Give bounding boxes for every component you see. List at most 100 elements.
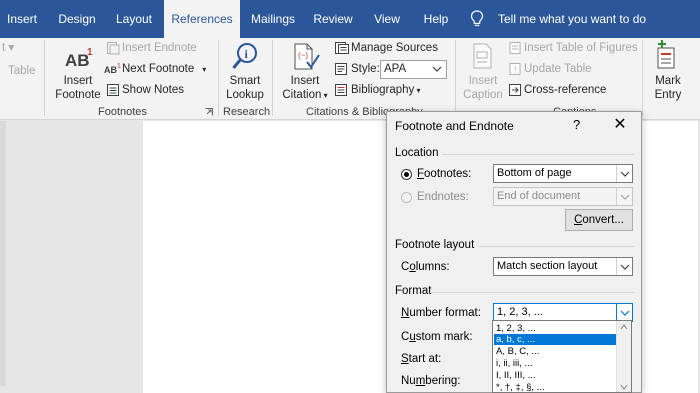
cross-reference-icon — [509, 84, 521, 96]
chevron-down-icon — [432, 66, 442, 72]
toc-dropdown-fragment[interactable]: t ▾ — [2, 40, 14, 54]
group-separator — [455, 40, 456, 116]
insert-footnote-icon: AB 1 — [63, 44, 97, 70]
convert-label-rest: onvert... — [582, 214, 624, 226]
research-group-label: Research — [223, 106, 271, 118]
footnotes-location-value: Bottom of page — [497, 167, 572, 179]
number-format-option[interactable]: I, II, III, ... — [494, 370, 616, 381]
endnotes-location-select[interactable]: End of document — [493, 187, 633, 206]
scroll-down-icon[interactable] — [620, 384, 628, 390]
update-table-button[interactable]: Update Table — [524, 63, 592, 75]
number-format-option[interactable]: *, †, ‡, §, ... — [494, 382, 616, 392]
mark-entry-button[interactable]: Mark Entry — [647, 74, 689, 102]
number-format-dropdown-list: 1, 2, 3, ... a, b, c, ... A, B, C, ... i… — [492, 320, 632, 393]
number-format-value: 1, 2, 3, ... — [497, 306, 543, 318]
manage-sources-icon — [335, 42, 349, 54]
numbering-accel: m — [415, 375, 426, 387]
numbering-label-pre: Nu — [401, 375, 416, 387]
insert-citation-button[interactable]: Insert Citation ▾ — [280, 74, 330, 103]
next-footnote-icon: AB 1 — [104, 63, 121, 75]
number-format-option[interactable]: A, B, C, ... — [494, 346, 616, 357]
style-select[interactable]: APA — [380, 60, 447, 79]
footnotes-location-select[interactable]: Bottom of page — [493, 164, 633, 183]
show-notes-icon — [107, 84, 119, 96]
insert-citation-label-2: Citation ▾ — [280, 88, 330, 103]
number-format-option[interactable]: 1, 2, 3, ... — [494, 323, 616, 334]
dialog-launcher-icon[interactable] — [205, 108, 213, 116]
number-format-label-rest: umber format: — [409, 307, 481, 319]
tab-help[interactable]: Help — [414, 0, 458, 38]
style-icon — [335, 63, 347, 75]
tab-layout[interactable]: Layout — [108, 0, 160, 38]
endnotes-location-value: End of document — [497, 190, 581, 202]
start-at-label-rest: tart at: — [408, 353, 442, 365]
table-of-figures-icon — [509, 42, 521, 54]
tab-insert[interactable]: Insert — [0, 0, 44, 38]
format-section-title: Format — [395, 285, 432, 297]
chevron-down-icon: ▾ — [414, 86, 421, 95]
mark-entry-icon — [657, 40, 675, 69]
dropdown-scrollbar[interactable] — [616, 321, 631, 392]
insert-citation-icon: (~) — [294, 43, 320, 70]
show-notes-button[interactable]: Show Notes — [122, 84, 184, 96]
update-table-fragment[interactable]: Table — [8, 65, 36, 77]
endnotes-label: Endnotes: — [417, 191, 469, 203]
insert-footnote-label-2: Footnote — [55, 89, 101, 101]
svg-text:AB: AB — [104, 65, 117, 75]
group-separator — [44, 40, 45, 116]
insert-caption-label-2: Caption — [463, 89, 503, 101]
footnotes-radio[interactable] — [401, 169, 412, 180]
numbering-label: Numbering: — [401, 375, 460, 387]
smart-lookup-button[interactable]: Smart Lookup — [222, 74, 268, 102]
tab-design[interactable]: Design — [50, 0, 104, 38]
convert-button[interactable]: Convert... — [565, 209, 633, 231]
next-footnote-button[interactable]: Next Footnote ▾ — [122, 63, 206, 75]
lightbulb-icon[interactable] — [470, 10, 484, 28]
start-at-accel: S — [401, 353, 409, 365]
svg-text:1: 1 — [87, 47, 93, 58]
dialog-title: Footnote and Endnote — [395, 119, 514, 133]
tell-me-search[interactable]: Tell me what you want to do — [498, 0, 646, 38]
chevron-down-icon — [616, 188, 632, 205]
smart-lookup-label-1: Smart — [229, 75, 261, 87]
help-icon[interactable]: ? — [573, 117, 580, 132]
style-value: APA — [384, 63, 407, 75]
columns-select[interactable]: Match section layout — [493, 257, 633, 276]
columns-value: Match section layout — [497, 260, 598, 272]
document-left-margin — [0, 121, 6, 386]
insert-endnote-button[interactable]: Insert Endnote — [122, 42, 197, 54]
tab-review[interactable]: Review — [306, 0, 360, 38]
close-icon[interactable]: ✕ — [609, 114, 631, 136]
number-format-option[interactable]: i, ii, iii, ... — [494, 358, 616, 369]
insert-footnote-button[interactable]: Insert Footnote — [52, 74, 104, 102]
svg-text:(~): (~) — [298, 51, 308, 60]
insert-caption-button[interactable]: Insert Caption — [460, 74, 506, 102]
section-divider — [442, 154, 634, 155]
ribbon-tab-bar: Insert Design Layout References Mailings… — [0, 0, 700, 38]
insert-caption-icon — [473, 43, 492, 69]
tab-view[interactable]: View — [364, 0, 410, 38]
bibliography-button[interactable]: Bibliography ▾ — [351, 84, 421, 96]
insert-endnote-icon — [107, 42, 120, 55]
footnotes-accel: F — [417, 168, 425, 180]
custom-mark-label-rest: stom mark: — [415, 331, 473, 343]
location-section-title: Location — [395, 147, 439, 159]
chevron-down-icon — [616, 304, 632, 321]
manage-sources-button[interactable]: Manage Sources — [351, 42, 438, 54]
number-format-option-selected[interactable]: a, b, c, ... — [494, 334, 616, 345]
scroll-up-icon[interactable] — [620, 324, 628, 330]
smart-lookup-icon: i — [232, 43, 257, 69]
footnotes-label: Footnotes: — [417, 168, 471, 180]
mark-entry-label-1: Mark — [655, 75, 681, 87]
cross-reference-button[interactable]: Cross-reference — [524, 84, 606, 96]
tab-references[interactable]: References — [164, 0, 240, 38]
chevron-down-icon: ▾ — [321, 91, 328, 100]
tab-mailings[interactable]: Mailings — [244, 0, 302, 38]
bibliography-icon — [335, 84, 347, 96]
custom-mark-label: Custom mark: — [401, 331, 473, 343]
endnotes-radio[interactable] — [401, 192, 412, 203]
insert-table-of-figures-button[interactable]: Insert Table of Figures — [524, 42, 638, 54]
insert-citation-label-1: Insert — [290, 75, 320, 87]
chevron-down-icon: ▾ — [202, 65, 207, 74]
insert-caption-label-1: Insert — [468, 75, 498, 87]
